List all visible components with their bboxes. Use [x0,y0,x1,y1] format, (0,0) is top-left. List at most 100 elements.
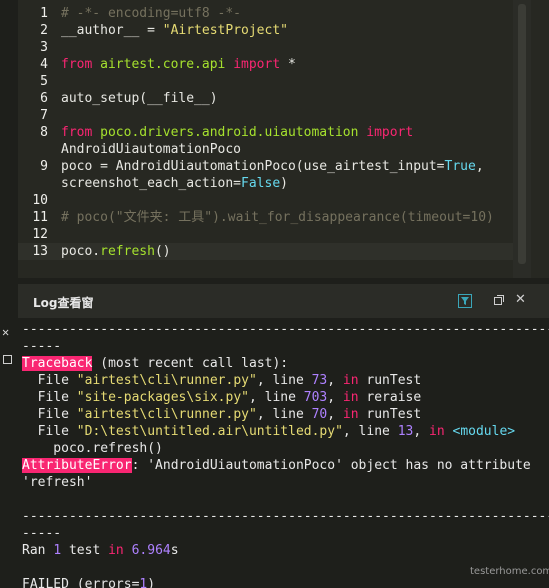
log-token: , line [256,407,312,422]
code-token: poco. [61,244,101,259]
code-line[interactable]: 13 poco.refresh() [18,243,531,260]
line-number: 4 [40,57,48,72]
scrollbar-thumb[interactable] [518,4,526,264]
log-token: 6.964 [131,543,171,558]
log-line: Ran 1 test in 6.964s [22,542,179,559]
line-number: 13 [32,244,48,259]
log-token: s [170,543,179,558]
code-text: screenshot_each_action=False) [61,175,288,192]
restore-icon[interactable] [494,295,504,305]
log-output[interactable]: ----------------------------------------… [18,318,549,588]
close-icon[interactable]: ✕ [2,325,9,339]
code-token: from [61,125,101,140]
code-line[interactable]: 11 # poco("文件夹: 工具").wait_for_disappearan… [18,209,531,226]
code-line[interactable]: 5 [18,73,531,90]
code-text: # poco("文件夹: 工具").wait_for_disappearance… [61,209,494,226]
log-token: runTest [358,373,422,388]
log-token: "airtest\cli\runner.py" [76,373,257,388]
log-token [445,424,453,439]
code-line[interactable]: 1 # -*- encoding=utf8 -*- [18,5,531,22]
code-line[interactable]: 6 auto_setup(__file__) [18,90,531,107]
log-token: ----- [22,339,62,354]
log-token: 1 [53,543,62,558]
line-number: 2 [40,23,48,38]
code-token: ) [280,176,288,191]
line-number: 3 [40,40,48,55]
log-token: "D:\test\untitled.air\untitled.py" [76,424,343,439]
log-token: test [61,543,109,558]
log-token: 73 [311,373,328,388]
code-token: False [241,176,281,191]
line-number: 10 [32,193,48,208]
code-token: "AirtestProject" [162,23,288,38]
editor-scrollbar[interactable] [513,0,531,278]
line-number: 9 [40,159,48,174]
log-line: ----------------------------------------… [22,321,549,338]
code-line[interactable]: 4 from airtest.core.api import * [18,56,531,73]
log-token: (most recent call last): [92,356,289,371]
log-token: reraise [358,390,422,405]
code-text: AndroidUiautomationPoco [61,141,241,158]
log-token [124,543,132,558]
log-token: in [342,407,359,422]
code-token: airtest.core.api [100,57,234,72]
code-token: , [475,159,484,174]
code-line[interactable]: 12 [18,226,531,243]
log-line: ----- [22,338,61,355]
left-tool-strip: ✕ [0,0,18,588]
code-token: True [444,159,476,174]
code-line[interactable]: 2 __author__ = "AirtestProject" [18,22,531,39]
code-line[interactable]: AndroidUiautomationPoco [18,141,531,158]
log-token: File [22,407,77,422]
close-panel-icon[interactable]: ✕ [515,292,526,307]
code-line[interactable]: 8 from poco.drivers.android.uiautomation … [18,124,531,141]
code-line[interactable]: screenshot_each_action=False) [18,175,531,192]
log-line: poco.refresh() [22,440,163,457]
code-token: from [61,57,101,72]
code-token: * [288,57,296,72]
code-token: auto_setup(__file__) [61,91,218,106]
code-token: # poco("文件夹: 工具").wait_for_disappearance… [61,210,494,225]
code-token: poco = AndroidUiautomationPoco(use_airte… [61,159,445,174]
log-line: File "D:\test\untitled.air\untitled.py",… [22,423,515,440]
log-token: File [22,373,77,388]
log-token: , [327,373,343,388]
log-token: , [413,424,430,439]
line-number: 6 [40,91,48,106]
code-token: poco.drivers.android.uiautomation [100,125,367,140]
code-text: from airtest.core.api import * [61,56,296,73]
log-token: , line [248,390,304,405]
line-number: 5 [40,74,48,89]
line-number: 1 [40,6,48,21]
filter-icon[interactable] [458,294,472,308]
code-line[interactable]: 3 [18,39,531,56]
error-highlight: Traceback [22,356,93,371]
log-token: poco.refresh() [22,441,163,456]
code-text: poco.refresh() [61,243,171,260]
log-token: "airtest\cli\runner.py" [76,407,257,422]
line-number: 7 [40,108,48,123]
log-line: FAILED (errors=1) [22,576,155,588]
error-highlight: AttributeError [22,458,132,473]
log-line: ----- [22,525,61,542]
log-line: File "airtest\cli\runner.py", line 70, i… [22,406,422,423]
line-number: 12 [32,227,48,242]
code-text: __author__ = "AirtestProject" [61,22,288,39]
log-line: ----------------------------------------… [22,508,549,525]
code-token: import [366,125,414,140]
code-editor[interactable]: 1 # -*- encoding=utf8 -*- 2 __author__ = "A… [18,0,531,278]
code-line[interactable]: 10 [18,192,531,209]
code-line[interactable]: 7 [18,107,531,124]
code-line[interactable]: 9 poco = AndroidUiautomationPoco(use_airt… [18,158,531,175]
log-panel-title: Log查看窗 [33,296,94,310]
log-token: "site-packages\six.py" [76,390,249,405]
code-token: screenshot_each_action= [61,176,242,191]
square-icon[interactable] [3,355,12,364]
log-token: ----------------------------------------… [22,509,549,524]
log-token: , [327,407,343,422]
code-text: from poco.drivers.android.uiautomation i… [61,124,413,141]
log-line: AttributeError: 'AndroidUiautomationPoco… [22,457,531,474]
code-token: refresh [100,244,155,259]
log-token: , line [256,373,312,388]
log-token: , [327,390,343,405]
